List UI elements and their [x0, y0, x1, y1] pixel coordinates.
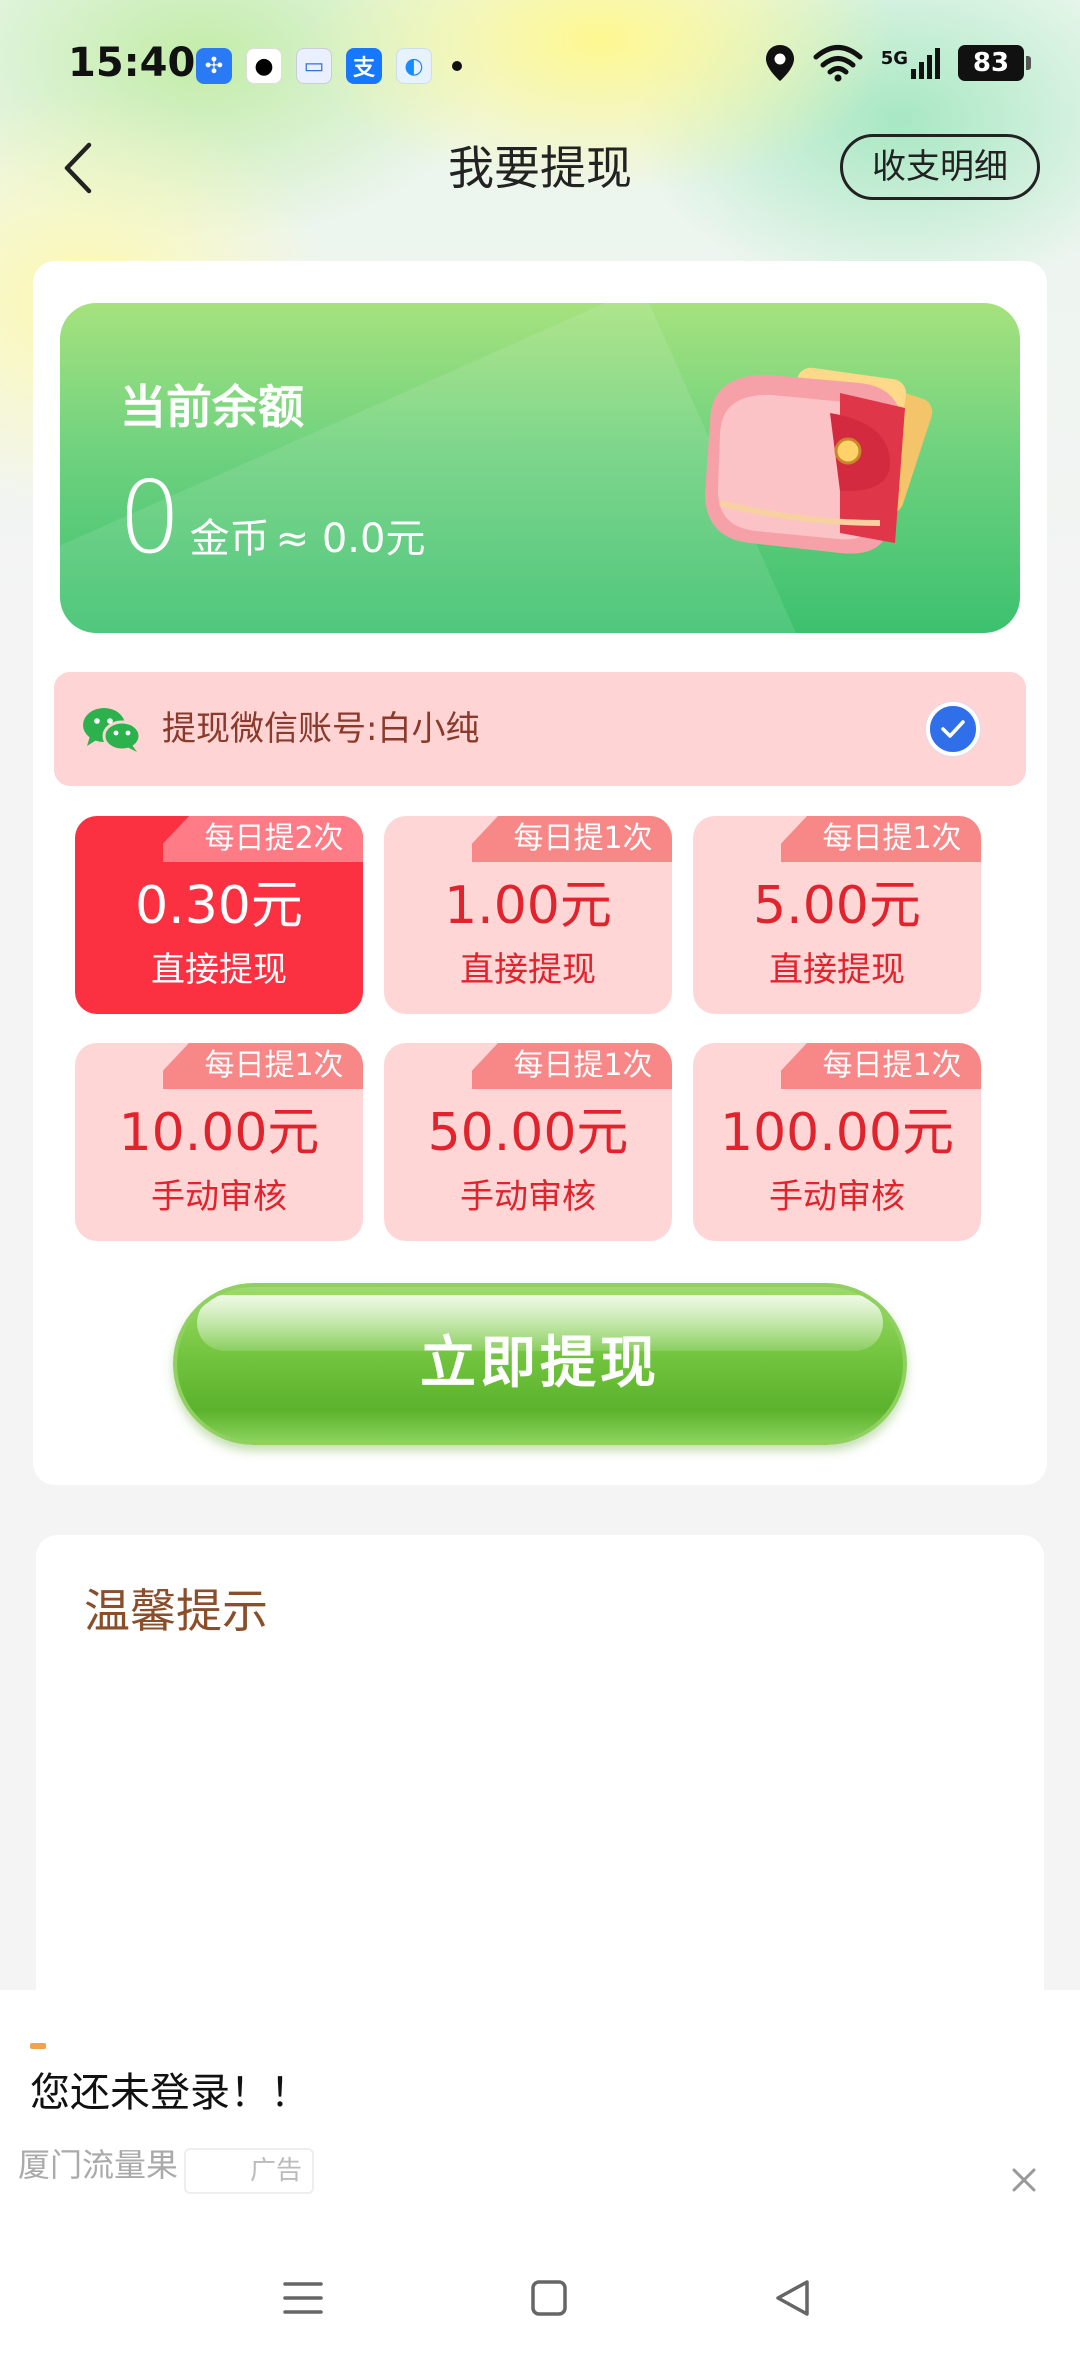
- withdraw-option-100-00[interactable]: 每日提1次 100.00元 手动审核: [693, 1043, 981, 1241]
- option-type: 手动审核: [769, 1177, 905, 1217]
- close-icon: [1012, 2168, 1036, 2192]
- option-type: 直接提现: [151, 950, 287, 990]
- page-header: 我要提现 收支明细: [0, 128, 1080, 208]
- ad-tag-label: 广告: [249, 2156, 302, 2186]
- transaction-details-button[interactable]: 收支明细: [840, 134, 1040, 200]
- browser-app-icon: ◐: [396, 48, 432, 84]
- balance-card: 当前余额 0 金币 ≈ 0.0元: [60, 303, 1020, 633]
- menu-icon: [283, 2282, 323, 2314]
- status-bar: 15:40 ✣ ● ▭ 支 ◐ 5G 83: [0, 0, 1080, 130]
- withdraw-now-button[interactable]: 立即提现: [173, 1283, 907, 1445]
- cash-equivalent: ≈ 0.0元: [275, 516, 426, 562]
- triangle-back-icon: [776, 2280, 809, 2316]
- tips-title: 温馨提示: [84, 1584, 268, 1638]
- withdraw-option-1-00[interactable]: 每日提1次 1.00元 直接提现: [384, 816, 672, 1014]
- location-icon: [765, 45, 794, 81]
- withdraw-option-0-30[interactable]: 每日提2次 0.30元 直接提现: [75, 816, 363, 1014]
- system-icons: 5G 83: [765, 44, 1031, 82]
- option-type: 手动审核: [151, 1177, 287, 1217]
- option-amount: 10.00元: [118, 1103, 320, 1163]
- coin-unit: 金币: [189, 516, 270, 562]
- option-type: 手动审核: [460, 1177, 596, 1217]
- wallet-icon: [705, 367, 933, 554]
- wifi-icon: [813, 45, 863, 82]
- home-button[interactable]: [519, 2268, 579, 2328]
- ad-title: 您还未登录！！: [30, 2070, 310, 2116]
- coin-count: 0: [118, 459, 182, 576]
- more-notifications-dot: [452, 61, 462, 71]
- withdraw-now-label: 立即提现: [420, 1331, 660, 1396]
- recent-apps-button[interactable]: [273, 2268, 333, 2328]
- message-app-icon: ▭: [296, 48, 332, 84]
- system-back-button[interactable]: [762, 2268, 822, 2328]
- notification-icons: ✣ ● ▭ 支 ◐: [196, 48, 462, 84]
- ad-source: 厦门流量果: [18, 2146, 179, 2184]
- wechat-account-label: 提现微信账号:白小纯: [162, 709, 480, 749]
- balance-amount: 0 金币 ≈ 0.0元: [118, 468, 425, 568]
- ad-tag: 广告: [184, 2148, 314, 2194]
- option-type: 直接提现: [460, 950, 596, 990]
- wechat-account-row[interactable]: 提现微信账号:白小纯: [54, 672, 1026, 786]
- withdraw-option-50-00[interactable]: 每日提1次 50.00元 手动审核: [384, 1043, 672, 1241]
- account-selected-checkbox[interactable]: [926, 702, 980, 756]
- pinwheel-app-icon: ✣: [196, 48, 232, 84]
- battery-icon: 83: [958, 45, 1031, 81]
- cellular-signal-icon: 5G: [880, 47, 940, 79]
- withdraw-option-10-00[interactable]: 每日提1次 10.00元 手动审核: [75, 1043, 363, 1241]
- qq-icon: ●: [246, 48, 282, 84]
- ad-logo-icon: [30, 2043, 46, 2049]
- option-amount: 100.00元: [720, 1103, 954, 1163]
- tips-card: 温馨提示: [36, 1535, 1044, 2035]
- option-limit-badge: 每日提1次: [781, 816, 981, 862]
- option-limit-badge: 每日提1次: [781, 1043, 981, 1089]
- wechat-icon: [83, 708, 142, 752]
- status-time: 15:40: [68, 40, 196, 86]
- withdraw-card: 当前余额 0 金币 ≈ 0.0元 提现微信账号:白小纯 每日提2次 0.30元 …: [33, 261, 1047, 1485]
- withdraw-option-5-00[interactable]: 每日提1次 5.00元 直接提现: [693, 816, 981, 1014]
- alipay-icon: 支: [346, 48, 382, 84]
- option-limit-badge: 每日提2次: [163, 816, 363, 862]
- battery-level: 83: [972, 48, 1010, 78]
- ad-close-button[interactable]: [1004, 2160, 1044, 2200]
- balance-label: 当前余额: [120, 380, 304, 434]
- option-amount: 1.00元: [444, 876, 612, 936]
- option-amount: 5.00元: [753, 876, 921, 936]
- system-navigation-bar: [0, 2250, 1080, 2350]
- checkmark-icon: [941, 720, 965, 738]
- option-limit-badge: 每日提1次: [163, 1043, 363, 1089]
- option-limit-badge: 每日提1次: [472, 1043, 672, 1089]
- option-type: 直接提现: [769, 950, 905, 990]
- option-limit-badge: 每日提1次: [472, 816, 672, 862]
- option-amount: 0.30元: [135, 876, 303, 936]
- network-type-label: 5G: [880, 47, 908, 69]
- option-amount: 50.00元: [427, 1103, 629, 1163]
- square-icon: [531, 2280, 567, 2316]
